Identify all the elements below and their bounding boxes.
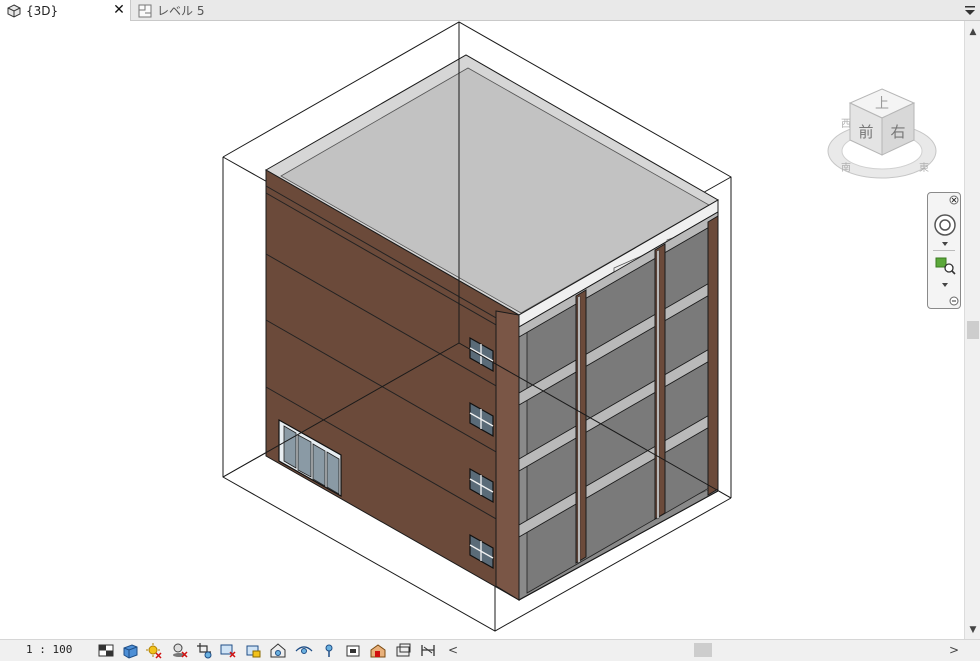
3d-viewport[interactable]: 上 前 右 西 南 東 bbox=[0, 21, 964, 639]
reveal-hidden-icon[interactable] bbox=[295, 642, 313, 659]
floor-plan-icon bbox=[138, 4, 152, 17]
zoom-region-icon[interactable] bbox=[933, 255, 957, 275]
worksharing-display-icon[interactable] bbox=[419, 642, 437, 659]
scroll-up-icon[interactable]: ▲ bbox=[968, 27, 978, 37]
unlock-3d-icon[interactable] bbox=[244, 642, 262, 659]
horizontal-scroll-thumb[interactable] bbox=[694, 643, 712, 657]
temporary-hide-icon[interactable] bbox=[269, 642, 287, 659]
tab-level-5[interactable]: レベル 5 bbox=[131, 0, 251, 21]
view-control-bar: 1 : 100 < > bbox=[0, 639, 980, 661]
navbar-options-icon[interactable] bbox=[949, 296, 959, 306]
navigation-bar bbox=[927, 192, 961, 309]
show-constraints-icon[interactable] bbox=[394, 642, 412, 659]
compass-south[interactable]: 南 bbox=[841, 161, 851, 174]
shadows-icon[interactable] bbox=[171, 642, 189, 659]
crop-view-icon[interactable] bbox=[195, 642, 213, 659]
viewcube[interactable]: 上 前 右 西 南 東 bbox=[826, 85, 946, 185]
vertical-scrollbar[interactable]: ▲ ▼ bbox=[964, 21, 980, 639]
sun-path-icon[interactable] bbox=[145, 642, 163, 659]
revit-view-window: {3D} ✕ レベル 5 上 前 右 西 南 東 ▲ ▼ 1: 100 < > bbox=[0, 0, 980, 661]
tab-label: レベル 5 bbox=[157, 4, 205, 18]
highlight-displacement-icon[interactable] bbox=[369, 642, 387, 659]
steering-wheel-icon[interactable] bbox=[933, 213, 957, 237]
3d-view-icon bbox=[7, 3, 21, 18]
close-tab-icon[interactable]: ✕ bbox=[112, 2, 126, 18]
vertical-scroll-thumb[interactable] bbox=[967, 321, 979, 339]
view-scale[interactable]: 1 : 100 bbox=[26, 643, 86, 656]
viewcube-top-label: 上 bbox=[875, 96, 889, 112]
tab-label: {3D} bbox=[26, 3, 59, 18]
temporary-view-properties-icon[interactable] bbox=[320, 642, 338, 659]
viewcube-front-label: 前 bbox=[858, 123, 873, 141]
scroll-left-icon[interactable]: < bbox=[447, 642, 459, 658]
show-crop-icon[interactable] bbox=[219, 642, 237, 659]
analytical-model-icon[interactable] bbox=[345, 642, 363, 659]
compass-west[interactable]: 西 bbox=[841, 119, 851, 130]
building-model[interactable] bbox=[0, 21, 964, 639]
divider bbox=[933, 250, 955, 251]
close-navbar-icon[interactable] bbox=[949, 195, 959, 205]
detail-level-icon[interactable] bbox=[97, 642, 115, 659]
tab-list-menu-icon[interactable] bbox=[964, 3, 976, 17]
visual-style-icon[interactable] bbox=[121, 642, 139, 659]
chevron-down-icon[interactable] bbox=[940, 241, 950, 247]
compass-east[interactable]: 東 bbox=[919, 161, 929, 174]
chevron-down-icon[interactable] bbox=[940, 282, 950, 288]
view-tab-bar: {3D} ✕ レベル 5 bbox=[0, 0, 980, 21]
viewcube-right-label: 右 bbox=[890, 123, 905, 141]
tab-3d-view[interactable]: {3D} ✕ bbox=[0, 0, 131, 21]
scroll-right-icon[interactable]: > bbox=[948, 642, 960, 658]
scroll-down-icon[interactable]: ▼ bbox=[968, 625, 978, 635]
